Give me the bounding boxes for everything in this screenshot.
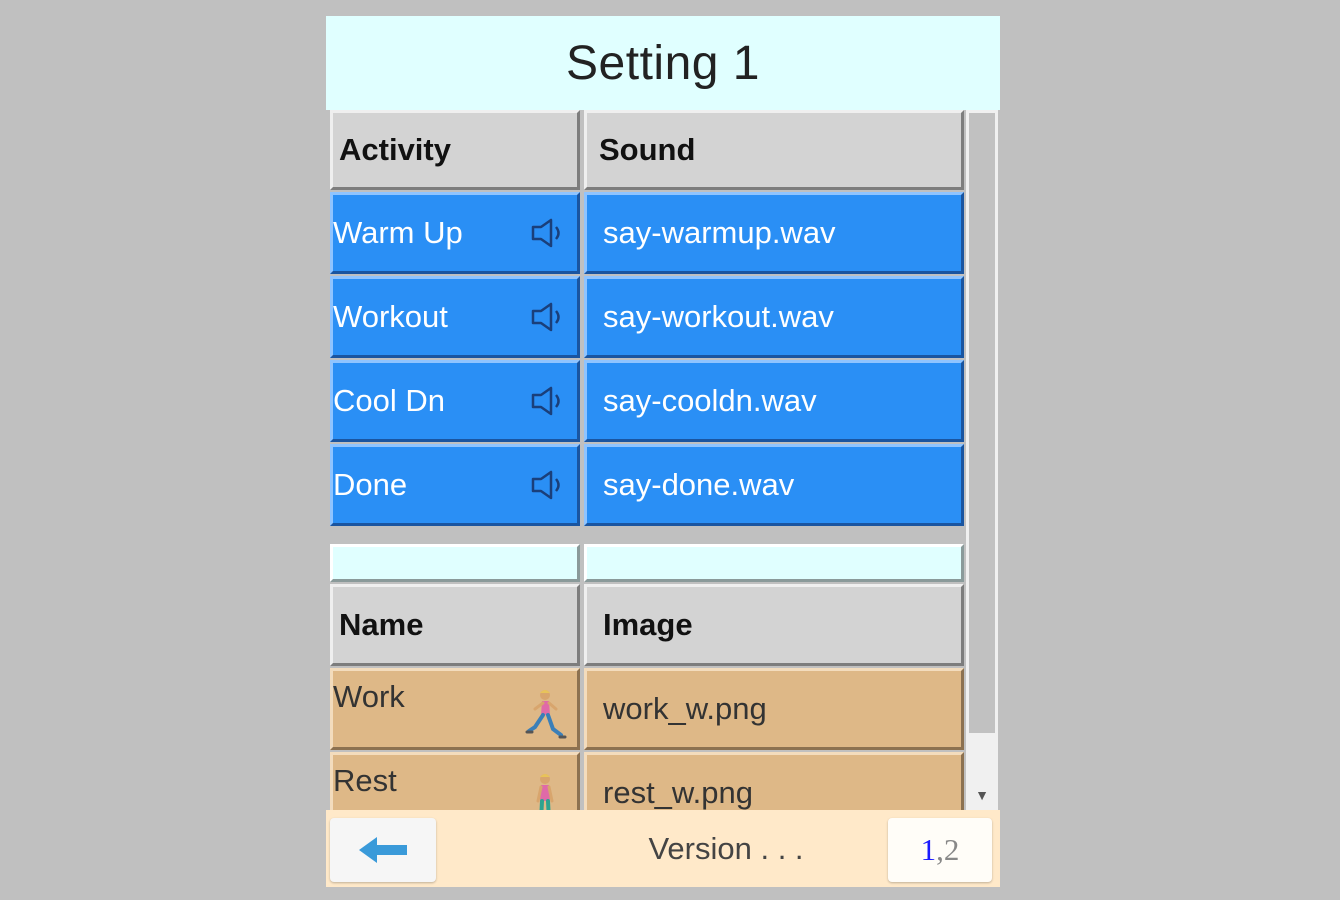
column-header-sound: Sound — [584, 110, 964, 190]
left-arrow-icon — [359, 837, 407, 863]
image-cell-rest[interactable]: rest_w.png — [584, 752, 964, 810]
settings-screen: Setting 1 Activity Sound Warm Up say-war… — [326, 16, 1000, 887]
column-header-activity: Activity — [330, 110, 580, 190]
standing-woman-icon — [536, 774, 554, 810]
column-header-image: Image — [584, 584, 964, 666]
column-header-name: Name — [330, 584, 580, 666]
sound-cell-warm-up[interactable]: say-warmup.wav — [584, 192, 964, 274]
page-toggle-button[interactable]: 1,2 — [888, 818, 992, 882]
page-current: 1 — [920, 832, 937, 867]
speaker-icon[interactable] — [529, 300, 569, 334]
image-cell-work[interactable]: work_w.png — [584, 668, 964, 750]
name-cell-rest[interactable]: Rest — [330, 752, 580, 810]
activity-cell-workout[interactable]: Workout — [330, 276, 580, 358]
sound-cell-workout[interactable]: say-workout.wav — [584, 276, 964, 358]
footer-bar: Version . . . 1,2 — [326, 810, 1000, 887]
activity-cell-done[interactable]: Done — [330, 444, 580, 526]
spacer-cell — [330, 544, 580, 582]
page-title: Setting 1 — [566, 36, 760, 90]
speaker-icon[interactable] — [529, 468, 569, 502]
version-label: Version . . . — [648, 830, 804, 866]
activity-cell-warm-up[interactable]: Warm Up — [330, 192, 580, 274]
sound-cell-cool-dn[interactable]: say-cooldn.wav — [584, 360, 964, 442]
scroll-down-arrow-icon[interactable]: ▼ — [966, 784, 998, 806]
sound-cell-done[interactable]: say-done.wav — [584, 444, 964, 526]
page-separator: , — [936, 832, 944, 867]
settings-grid[interactable]: Activity Sound Warm Up say-warmup.wav Wo… — [330, 110, 966, 810]
vertical-scrollbar[interactable]: ▼ — [966, 110, 998, 810]
back-button[interactable] — [330, 818, 436, 882]
spacer-cell — [584, 544, 964, 582]
scrollbar-thumb[interactable] — [969, 113, 995, 733]
speaker-icon[interactable] — [529, 384, 569, 418]
title-bar: Setting 1 — [326, 16, 1000, 110]
activity-cell-cool-dn[interactable]: Cool Dn — [330, 360, 580, 442]
speaker-icon[interactable] — [529, 216, 569, 250]
name-cell-work[interactable]: Work — [330, 668, 580, 750]
running-woman-icon — [525, 690, 567, 739]
page-other: 2 — [943, 832, 960, 867]
